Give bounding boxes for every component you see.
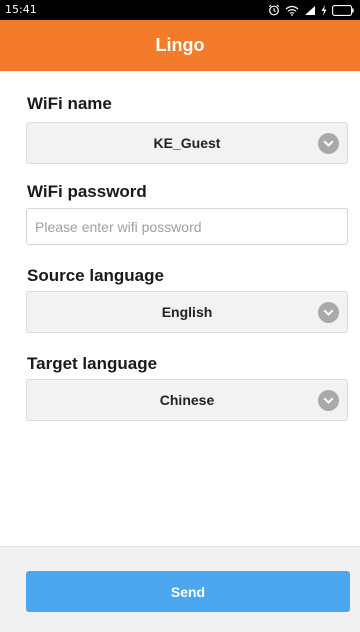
alarm-icon (268, 4, 280, 16)
bottom-action-bar: Send (0, 546, 360, 632)
target-language-label: Target language (27, 354, 158, 373)
wifi-password-label: WiFi password (27, 182, 147, 201)
wifi-icon (285, 5, 299, 16)
source-language-label: Source language (27, 266, 164, 285)
charging-icon (321, 4, 327, 16)
target-language-value: Chinese (159, 392, 215, 408)
app-title: Lingo (155, 35, 205, 55)
app-bar: Lingo (0, 20, 360, 71)
target-language-select[interactable]: Chinese (26, 379, 348, 421)
wifi-password-input[interactable] (26, 208, 348, 245)
source-language-select[interactable]: English (26, 291, 348, 333)
source-language-value: English (161, 304, 213, 320)
chevron-down-icon (318, 390, 339, 411)
battery-icon (332, 4, 354, 16)
send-button[interactable]: Send (26, 571, 350, 612)
signal-icon (305, 5, 315, 15)
wifi-name-label: WiFi name (27, 94, 112, 113)
status-icons (268, 3, 354, 17)
chevron-down-icon (318, 133, 339, 154)
wifi-name-value: KE_Guest (153, 135, 221, 151)
app-screen: 15:41 Lingo WiFi name KE_Guest WiFi pass… (0, 0, 360, 632)
status-time: 15:41 (5, 3, 37, 16)
status-bar: 15:41 (0, 0, 360, 20)
chevron-down-icon (318, 302, 339, 323)
wifi-name-select[interactable]: KE_Guest (26, 122, 348, 164)
